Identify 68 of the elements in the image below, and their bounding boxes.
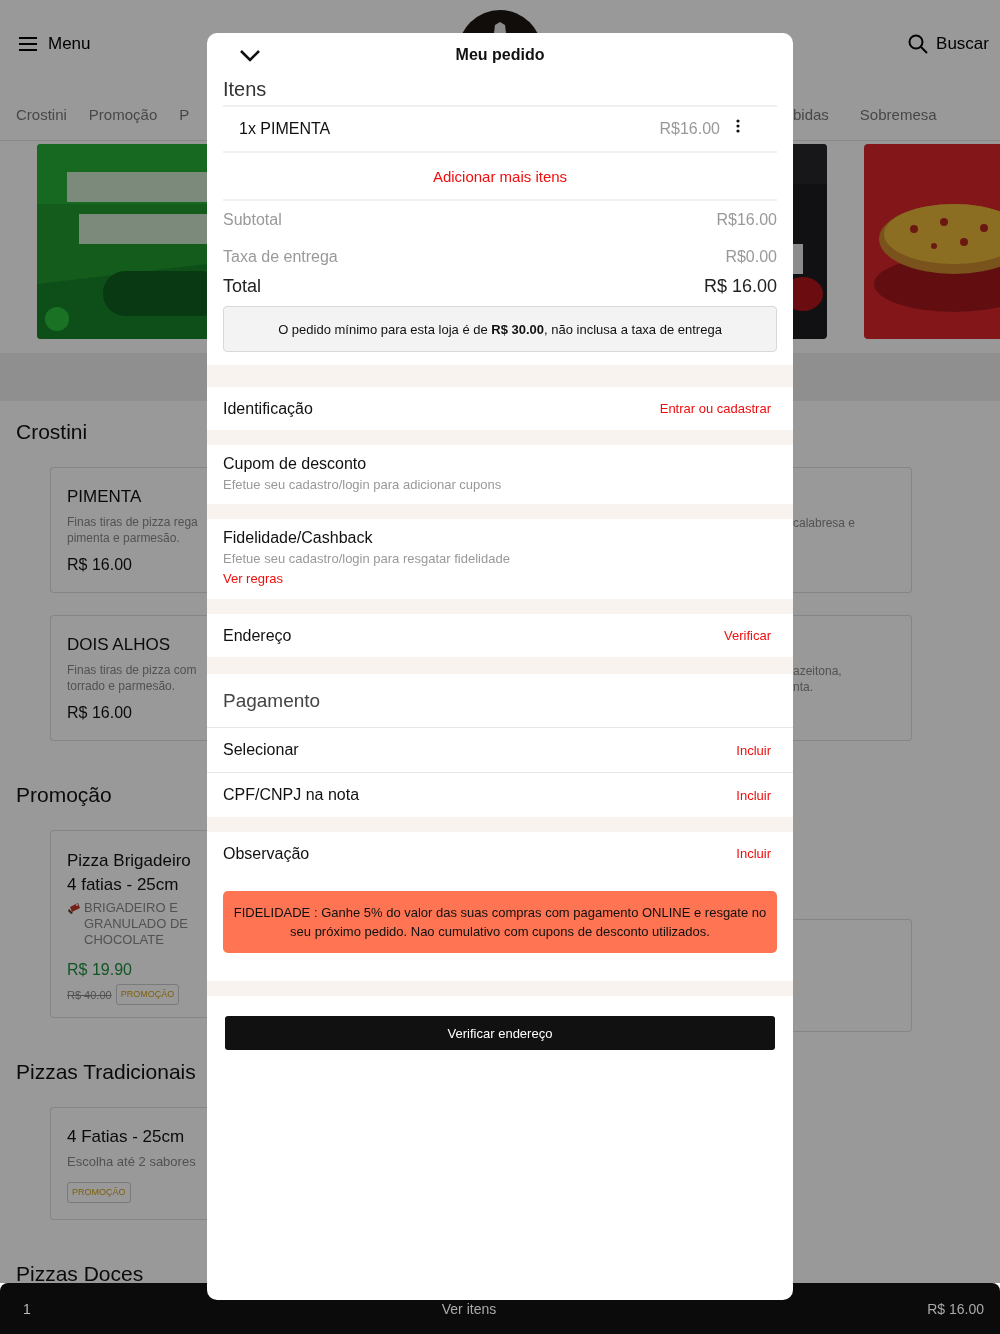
- menu-icon[interactable]: [18, 37, 38, 51]
- item-count: 1: [23, 1300, 31, 1317]
- product-name: DOIS ALHOS: [67, 634, 171, 656]
- summary-value: R$0.00: [725, 247, 777, 266]
- section-label: Observação: [223, 844, 310, 863]
- rules-link[interactable]: Ver regras: [223, 571, 283, 586]
- payment-heading: Pagamento: [207, 674, 793, 728]
- summary-label: Taxa de entrega: [223, 247, 338, 266]
- product-description: pimenta e parmesão.: [67, 530, 181, 546]
- search-icon[interactable]: [908, 34, 929, 54]
- product-price: R$ 16.00: [67, 556, 133, 574]
- section-heading: Promoção: [15, 784, 113, 806]
- section-heading: Crostini: [15, 421, 89, 443]
- section-hint: Efetue seu cadastro/login para resgatar fidelidade: [223, 551, 511, 566]
- loyalty-banner: FIDELIDADE : Ganhe 5% do valor das suas compras com pagamento ONLINE e resgate no seu próximo pedido. Nao cumulativo com cupons de desconto utilizados.: [223, 891, 777, 953]
- section-label: Identificação: [223, 399, 313, 418]
- section-label: Cupom de desconto: [223, 455, 368, 473]
- section-label: CPF/CNPJ na nota: [223, 786, 360, 804]
- search-label[interactable]: Buscar: [936, 34, 989, 54]
- item-name: 1x PIMENTA: [239, 120, 332, 138]
- product-description: nta.: [793, 679, 814, 695]
- chevron-down-icon[interactable]: [239, 49, 261, 62]
- product-description: BRIGADEIRO E GRANULADO DE CHOCOLATE: [84, 900, 190, 948]
- promo-badge: PROMOÇÃO: [115, 984, 180, 1006]
- category-tab[interactable]: P: [179, 105, 190, 123]
- promo-price: R$ 19.90: [67, 961, 132, 978]
- item-price: R$16.00: [659, 120, 720, 138]
- summary-label: Subtotal: [223, 210, 282, 229]
- panel-title: Meu pedido: [455, 46, 545, 64]
- verify-address-button[interactable]: Verificar endereço: [225, 1016, 775, 1050]
- product-name: Pizza Brigadeiro 4 fatias - 25cm: [67, 850, 192, 896]
- action-link[interactable]: Incluir: [736, 787, 771, 803]
- category-tab[interactable]: Crostini: [16, 105, 67, 123]
- product-description: Escolha até 2 sabores: [67, 1154, 197, 1170]
- summary-label: Total: [223, 275, 262, 297]
- items-heading: Itens: [223, 77, 777, 107]
- category-tab[interactable]: Promoção: [88, 105, 158, 123]
- more-icon[interactable]: [736, 119, 740, 133]
- section-label: Fidelidade/Cashback: [223, 529, 374, 547]
- menu-label[interactable]: Menu: [48, 34, 91, 54]
- product-description: calabresa e: [793, 515, 857, 531]
- product-description: Finas tiras de pizza rega: [67, 514, 199, 530]
- cart-total: R$ 16.00: [927, 1300, 984, 1317]
- section-heading: Pizzas Doces: [15, 1263, 145, 1283]
- promo-badge: PROMOÇÃO: [67, 1182, 131, 1203]
- action-link[interactable]: Entrar ou cadastrar: [659, 401, 771, 416]
- section-heading: Pizzas Tradicionais: [15, 1061, 197, 1083]
- section-label: Selecionar: [223, 741, 299, 759]
- action-link[interactable]: Incluir: [736, 742, 771, 758]
- old-price: R$ 40.00: [67, 989, 112, 1001]
- product-description: Finas tiras de pizza com: [67, 662, 198, 678]
- section-hint: Efetue seu cadastro/login para adicionar cupons: [223, 477, 503, 492]
- section-label: Endereço: [223, 626, 292, 645]
- product-description: torrado e parmesão.: [67, 678, 177, 694]
- view-items-label: Ver itens: [441, 1300, 497, 1317]
- category-tab[interactable]: Sobremesa: [859, 105, 937, 123]
- action-link[interactable]: Incluir: [736, 846, 771, 861]
- dessert-icon: [67, 901, 81, 915]
- minimum-order-notice: O pedido mínimo para esta loja é de R$ 30.00, não inclusa a taxa de entrega: [223, 306, 777, 352]
- product-name: 4 Fatias - 25cm: [67, 1126, 186, 1148]
- product-name: PIMENTA: [67, 486, 143, 508]
- action-link[interactable]: Verificar: [724, 628, 771, 643]
- category-tab[interactable]: bidas: [793, 105, 829, 123]
- product-description: azeitona,: [793, 663, 843, 679]
- add-more-link[interactable]: Adicionar mais itens: [432, 167, 568, 185]
- summary-value: R$ 16.00: [703, 275, 777, 297]
- product-price: R$ 16.00: [67, 704, 133, 722]
- summary-value: R$16.00: [716, 210, 777, 229]
